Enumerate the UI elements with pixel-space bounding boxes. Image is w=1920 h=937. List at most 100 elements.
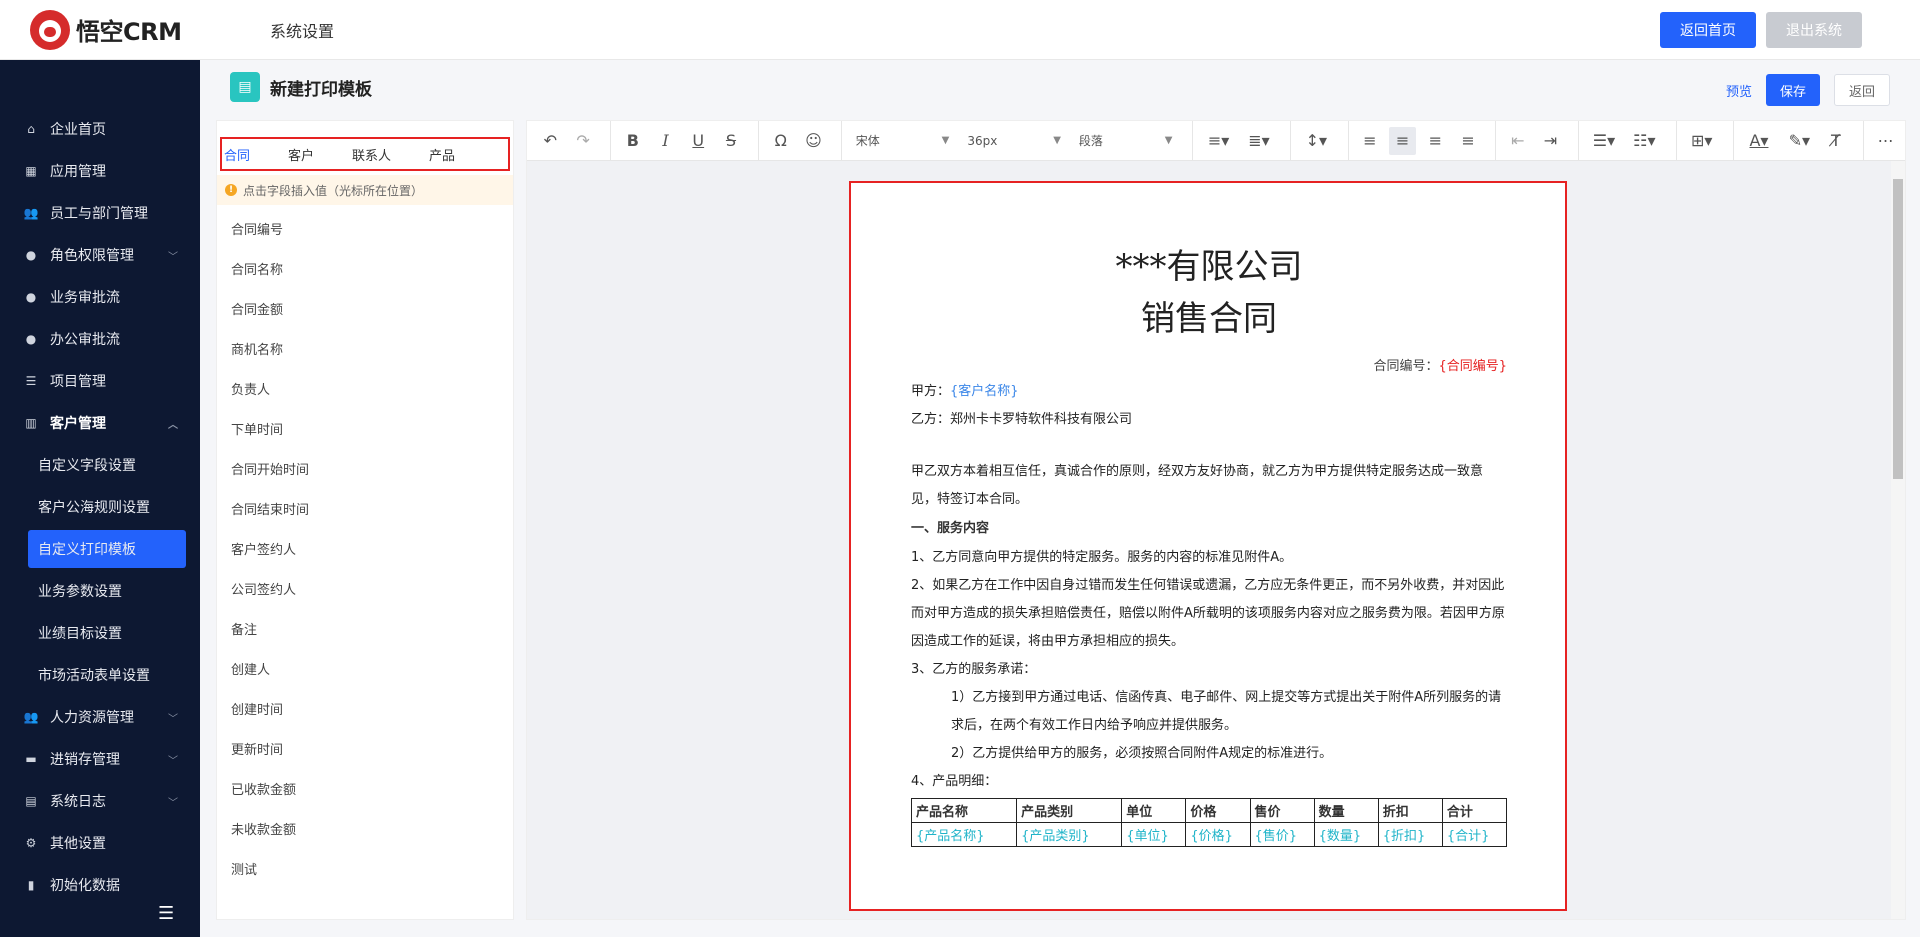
field-item[interactable]: 合同编号 bbox=[231, 211, 309, 251]
table-header-cell: 单位 bbox=[1121, 798, 1187, 823]
field-item[interactable]: 商机名称 bbox=[231, 331, 309, 371]
bold-icon[interactable]: B bbox=[619, 127, 646, 155]
strikethrough-icon[interactable]: S bbox=[718, 127, 745, 155]
indent-spacing-icon[interactable]: ↕▾ bbox=[1299, 127, 1333, 155]
sidebar-item[interactable]: ⌂ 企业首页 bbox=[0, 108, 200, 150]
sidebar-subitem[interactable]: 业绩目标设置 bbox=[0, 612, 200, 654]
logo[interactable]: 悟空CRM bbox=[30, 9, 230, 50]
party-a-field[interactable]: {客户名称} bbox=[950, 384, 1019, 399]
table-field-cell[interactable]: {数量} bbox=[1313, 822, 1379, 847]
field-tab[interactable]: 产品 bbox=[429, 145, 455, 164]
back-button[interactable]: 返回 bbox=[1833, 74, 1890, 106]
align-justify-icon[interactable]: ≡ bbox=[1455, 127, 1482, 155]
clause-3: 3、乙方的服务承诺： bbox=[911, 662, 1037, 677]
field-item[interactable]: 公司签约人 bbox=[231, 571, 309, 611]
chevron-down-icon: ﹀ bbox=[168, 714, 178, 725]
party-a-label: 甲方： bbox=[911, 384, 951, 399]
sidebar-item[interactable]: ▤ 系统日志 ﹀ bbox=[0, 780, 200, 822]
field-item[interactable]: 更新时间 bbox=[231, 731, 309, 771]
editor-canvas[interactable]: ***有限公司 销售合同 合同编号：{合同编号} 甲方：{客户名称} 乙方：郑州… bbox=[527, 161, 1905, 919]
collapse-menu-icon[interactable]: ☰ bbox=[158, 903, 174, 924]
sidebar-item[interactable]: ▬ 进销存管理 ﹀ bbox=[0, 738, 200, 780]
return-home-button[interactable]: 返回首页 bbox=[1660, 12, 1756, 48]
field-item[interactable]: 负责人 bbox=[231, 371, 309, 411]
align-center-icon[interactable]: ≡ bbox=[1389, 126, 1416, 155]
table-field-cell[interactable]: {产品名称} bbox=[910, 822, 1018, 847]
undo-icon[interactable]: ↶ bbox=[537, 127, 564, 155]
font-family-select[interactable]: 宋体 ▼ bbox=[850, 127, 956, 155]
sidebar-item[interactable]: ● 角色权限管理 ﹀ bbox=[0, 234, 200, 276]
field-item[interactable]: 合同金额 bbox=[231, 291, 309, 331]
paragraph-select[interactable]: 段落 ▼ bbox=[1073, 127, 1179, 155]
table-field-cell[interactable]: {单位} bbox=[1121, 822, 1187, 847]
sidebar-subitem[interactable]: 市场活动表单设置 bbox=[0, 654, 200, 696]
logout-button[interactable]: 退出系统 bbox=[1766, 12, 1862, 48]
field-item[interactable]: 测试 bbox=[231, 851, 309, 891]
sidebar-item[interactable]: ☰ 项目管理 bbox=[0, 360, 200, 402]
field-item[interactable]: 客户签约人 bbox=[231, 531, 309, 571]
field-item[interactable]: 合同开始时间 bbox=[231, 451, 309, 491]
field-tab[interactable]: 合同 bbox=[224, 145, 250, 164]
sidebar-subitem[interactable]: 客户公海规则设置 bbox=[0, 486, 200, 528]
sidebar-item[interactable]: ▮ 初始化数据 bbox=[0, 864, 200, 906]
truck-icon: ▬ bbox=[25, 752, 37, 766]
redo-icon[interactable]: ↷ bbox=[570, 127, 597, 155]
scrollbar-thumb[interactable] bbox=[1893, 179, 1903, 479]
sidebar-item[interactable]: ▦ 应用管理 bbox=[0, 150, 200, 192]
table-field-cell[interactable]: {合计} bbox=[1441, 822, 1508, 847]
sidebar-item[interactable]: ● 业务审批流 bbox=[0, 276, 200, 318]
font-color-icon[interactable]: A▾ bbox=[1742, 127, 1776, 155]
sidebar-subitem[interactable]: 自定义打印模板 bbox=[28, 530, 186, 568]
field-item[interactable]: 未收款金额 bbox=[231, 811, 309, 851]
paragraph-spacing-icon[interactable]: ≣▾ bbox=[1242, 127, 1276, 155]
font-size-select[interactable]: 36px ▼ bbox=[961, 127, 1067, 155]
insert-tip: ! 点击字段插入值（光标所在位置） bbox=[217, 175, 513, 205]
rich-text-editor: ↶ ↷ B I U S Ω ☺ 宋体 ▼ 36px ▼ 段落 ▼ ≡▾ ≣▾ ↕▾ ≡… bbox=[526, 120, 1906, 920]
table-icon[interactable]: ⊞▾ bbox=[1684, 127, 1718, 155]
sidebar-item[interactable]: 👥 员工与部门管理 bbox=[0, 192, 200, 234]
field-item[interactable]: 已收款金额 bbox=[231, 771, 309, 811]
underline-icon[interactable]: U bbox=[685, 127, 712, 155]
align-right-icon[interactable]: ≡ bbox=[1422, 127, 1449, 155]
indent-icon[interactable]: ⇥ bbox=[1537, 127, 1564, 155]
sidebar-item[interactable]: ● 办公审批流 bbox=[0, 318, 200, 360]
field-item[interactable]: 合同名称 bbox=[231, 251, 309, 291]
contract-title: 销售合同 bbox=[1141, 299, 1277, 339]
clear-format-icon[interactable]: T̸ bbox=[1823, 127, 1850, 155]
field-tab[interactable]: 客户 bbox=[288, 145, 314, 164]
sidebar-subitem[interactable]: 业务参数设置 bbox=[0, 570, 200, 612]
highlight-icon[interactable]: ✎▾ bbox=[1782, 127, 1816, 155]
line-height-icon[interactable]: ≡▾ bbox=[1201, 127, 1235, 155]
field-item[interactable]: 备注 bbox=[231, 611, 309, 651]
save-button[interactable]: 保存 bbox=[1765, 74, 1820, 106]
font-family-value: 宋体 bbox=[855, 134, 880, 148]
document-page[interactable]: ***有限公司 销售合同 合同编号：{合同编号} 甲方：{客户名称} 乙方：郑州… bbox=[849, 181, 1567, 911]
scrollbar[interactable] bbox=[1891, 161, 1905, 919]
field-item[interactable]: 合同结束时间 bbox=[231, 491, 309, 531]
table-field-cell[interactable]: {售价} bbox=[1249, 822, 1315, 847]
emoji-icon[interactable]: ☺ bbox=[800, 127, 827, 155]
sidebar-subitem[interactable]: 自定义字段设置 bbox=[0, 444, 200, 486]
field-tab[interactable]: 联系人 bbox=[352, 145, 391, 164]
table-field-cell[interactable]: {价格} bbox=[1185, 822, 1251, 847]
user-icon: ● bbox=[25, 290, 37, 304]
italic-icon[interactable]: I bbox=[652, 127, 679, 155]
sidebar-item-label: 员工与部门管理 bbox=[50, 206, 148, 222]
table-field-cell[interactable]: {产品类别} bbox=[1016, 822, 1123, 847]
more-icon[interactable]: ⋯ bbox=[1872, 127, 1899, 155]
unordered-list-icon[interactable]: ☷▾ bbox=[1627, 127, 1661, 155]
align-left-icon[interactable]: ≡ bbox=[1356, 127, 1383, 155]
sidebar-item[interactable]: ▥ 客户管理 ︿ bbox=[0, 402, 200, 444]
contract-number-field[interactable]: {合同编号} bbox=[1438, 359, 1507, 374]
outdent-icon[interactable]: ⇤ bbox=[1504, 127, 1531, 155]
table-field-cell[interactable]: {折扣} bbox=[1377, 822, 1443, 847]
special-char-icon[interactable]: Ω bbox=[767, 127, 794, 155]
sidebar-item[interactable]: 👥 人力资源管理 ﹀ bbox=[0, 696, 200, 738]
field-item[interactable]: 下单时间 bbox=[231, 411, 309, 451]
ordered-list-icon[interactable]: ☰▾ bbox=[1587, 127, 1621, 155]
preview-link[interactable]: 预览 bbox=[1726, 81, 1752, 100]
font-size-value: 36px bbox=[967, 133, 998, 148]
field-item[interactable]: 创建人 bbox=[231, 651, 309, 691]
sidebar-item[interactable]: ⚙ 其他设置 bbox=[0, 822, 200, 864]
field-item[interactable]: 创建时间 bbox=[231, 691, 309, 731]
